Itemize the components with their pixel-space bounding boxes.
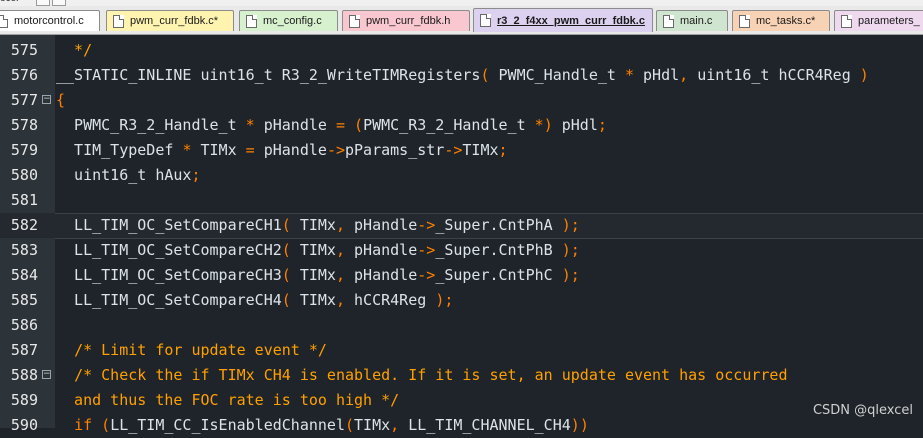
line-number: 590	[10, 416, 38, 434]
code-line[interactable]: 575 */	[0, 38, 923, 63]
file-tab-bar: motorcontrol.c pwm_curr_fdbk.c* mc_confi…	[0, 6, 923, 35]
line-number: 578	[10, 116, 38, 134]
tab-label: mc_tasks.c*	[756, 15, 816, 27]
tab-label: mc_config.c	[263, 15, 322, 27]
code-line[interactable]: 584 LL_TIM_OC_SetCompareCH3( TIMx, pHand…	[0, 263, 923, 288]
line-number: 583	[10, 241, 38, 259]
tab-motorcontrol-c[interactable]: motorcontrol.c	[0, 10, 100, 31]
code-text: LL_TIM_OC_SetCompareCH2( TIMx, pHandle->…	[56, 241, 580, 259]
file-icon	[246, 14, 257, 28]
line-number: 577	[10, 91, 38, 109]
tab-label: r3_2_f4xx_pwm_curr_fdbk.c	[497, 14, 645, 27]
code-text: {	[56, 91, 66, 109]
line-number: 575	[10, 41, 38, 59]
code-line[interactable]: 577−{	[0, 88, 923, 113]
code-text: LL_TIM_OC_SetCompareCH1( TIMx, pHandle->…	[56, 216, 580, 234]
code-text: uint16_t hAux;	[56, 166, 201, 184]
line-number: 588	[10, 366, 38, 384]
code-text: LL_TIM_OC_SetCompareCH3( TIMx, pHandle->…	[56, 266, 580, 284]
tab-label: pwm_curr_fdbk.c*	[130, 15, 219, 27]
tab-mc-config-c[interactable]: mc_config.c	[239, 10, 338, 31]
code-line[interactable]: 590 if (LL_TIM_CC_IsEnabledChannel(TIMx,…	[0, 413, 923, 438]
line-number: 589	[10, 391, 38, 409]
tab-parameters[interactable]: parameters_	[834, 10, 923, 31]
code-editor[interactable]: 575 */ 576 __STATIC_INLINE uint16_t R3_2_W…	[0, 38, 923, 438]
code-text: /* Check the if TIMx CH4 is enabled. If …	[74, 366, 788, 384]
code-text: TIM_TypeDef * TIMx = pHandle->pParams_st…	[56, 141, 508, 159]
file-icon	[349, 14, 360, 28]
code-text: /* Limit for update event */	[74, 341, 327, 359]
tab-mc-tasks-c[interactable]: mc_tasks.c*	[732, 10, 830, 31]
file-icon	[0, 14, 8, 28]
code-text: if (LL_TIM_CC_IsEnabledChannel(TIMx, LL_…	[74, 416, 589, 434]
code-line[interactable]: 582 LL_TIM_OC_SetCompareCH1( TIMx, pHand…	[0, 213, 923, 239]
code-text: */	[56, 41, 93, 59]
tab-pwm-curr-fdbk-h[interactable]: pwm_curr_fdbk.h	[342, 10, 470, 31]
line-number: 580	[10, 166, 38, 184]
file-icon	[663, 14, 674, 28]
fold-toggle-icon[interactable]: −	[42, 95, 51, 104]
code-line[interactable]: 588− /* Check the if TIMx CH4 is enabled…	[0, 363, 923, 388]
line-number: 584	[10, 266, 38, 284]
file-icon	[841, 14, 852, 28]
code-line[interactable]: 580 uint16_t hAux;	[0, 163, 923, 188]
code-line[interactable]: 576 __STATIC_INLINE uint16_t R3_2_WriteTI…	[0, 63, 923, 88]
code-line[interactable]: 579 TIM_TypeDef * TIMx = pHandle->pParam…	[0, 138, 923, 163]
tab-label: motorcontrol.c	[14, 15, 84, 27]
code-line[interactable]: 586	[0, 313, 923, 338]
code-line[interactable]: 589 and thus the FOC rate is too high */	[0, 388, 923, 413]
code-text: and thus the FOC rate is too high */	[56, 391, 400, 409]
window-title: ocel	[0, 0, 18, 4]
line-number: 579	[10, 141, 38, 159]
watermark: CSDN @qlexcel	[812, 403, 913, 418]
code-line[interactable]: 581	[0, 188, 923, 213]
code-text: LL_TIM_OC_SetCompareCH4( TIMx, hCCR4Reg …	[56, 291, 454, 309]
code-line[interactable]: 587 /* Limit for update event */	[0, 338, 923, 363]
file-icon	[480, 14, 491, 27]
tab-main-c[interactable]: main.c	[656, 10, 728, 31]
code-text: PWMC_R3_2_Handle_t * pHandle = (PWMC_R3_…	[56, 116, 607, 134]
tab-pwm-curr-fdbk-c[interactable]: pwm_curr_fdbk.c*	[106, 10, 234, 31]
fold-toggle-icon[interactable]: −	[42, 370, 51, 379]
code-text: __STATIC_INLINE uint16_t R3_2_WriteTIMRe…	[56, 66, 869, 84]
line-number: 582	[10, 216, 38, 234]
code-line[interactable]: 578 PWMC_R3_2_Handle_t * pHandle = (PWMC…	[0, 113, 923, 138]
code-line[interactable]: 585 LL_TIM_OC_SetCompareCH4( TIMx, hCCR4…	[0, 288, 923, 313]
tab-label: main.c	[680, 15, 713, 27]
tab-label: pwm_curr_fdbk.h	[366, 15, 451, 27]
line-number: 576	[10, 66, 38, 84]
line-number: 587	[10, 341, 38, 359]
file-icon	[113, 14, 124, 28]
tab-label: parameters_	[858, 15, 920, 27]
file-icon	[739, 14, 750, 28]
tab-r3-2-f4xx-pwm-curr-fdbk-c[interactable]: r3_2_f4xx_pwm_curr_fdbk.c	[473, 8, 653, 32]
line-number: 586	[10, 316, 38, 334]
line-number: 585	[10, 291, 38, 309]
code-line[interactable]: 583 LL_TIM_OC_SetCompareCH2( TIMx, pHand…	[0, 238, 923, 263]
line-number: 581	[10, 191, 38, 209]
